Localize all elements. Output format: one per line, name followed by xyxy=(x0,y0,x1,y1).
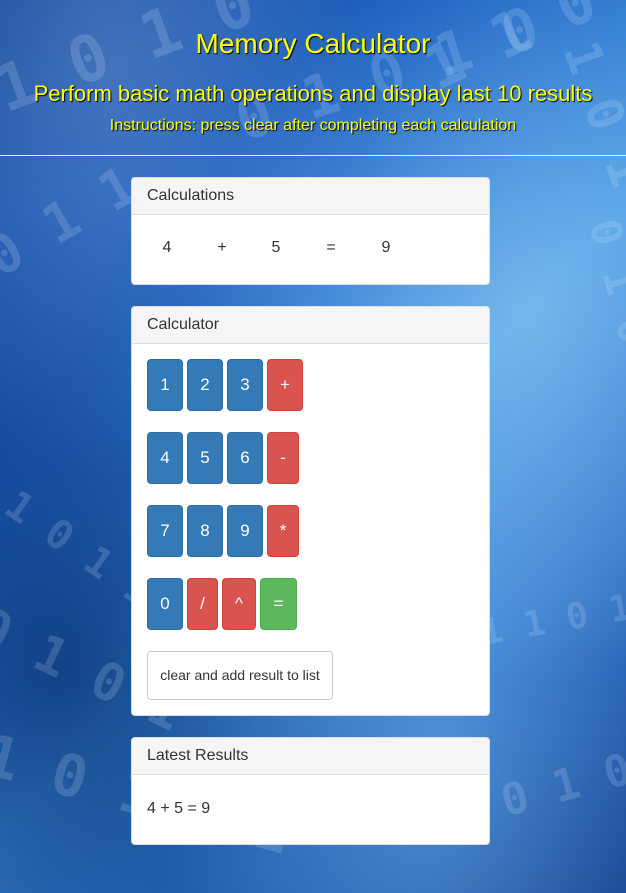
digit-2-button[interactable]: 2 xyxy=(187,359,223,411)
page-subtitle: Perform basic math operations and displa… xyxy=(33,81,593,106)
digit-1-button[interactable]: 1 xyxy=(147,359,183,411)
latest-results-panel: Latest Results xyxy=(131,737,490,845)
divide-button[interactable]: / xyxy=(187,578,218,630)
clear-and-add-button[interactable]: clear and add result to list xyxy=(147,651,333,700)
calculation-result: 9 xyxy=(381,239,391,256)
current-calculation: 4 + 5 = 9 xyxy=(131,239,490,261)
digit-0-button[interactable]: 0 xyxy=(147,578,183,630)
digit-7-button[interactable]: 7 xyxy=(147,505,183,557)
result-list-item: 4 + 5 = 9 xyxy=(147,800,211,817)
digit-5-button[interactable]: 5 xyxy=(187,432,223,484)
digit-6-button[interactable]: 6 xyxy=(227,432,263,484)
calculator-heading: Calculator xyxy=(132,307,489,344)
digit-3-button[interactable]: 3 xyxy=(227,359,263,411)
equals-sign: = xyxy=(326,239,336,256)
operand-2: 5 xyxy=(271,239,281,256)
digit-4-button[interactable]: 4 xyxy=(147,432,183,484)
header-divider xyxy=(0,155,626,156)
page-title: Memory Calculator xyxy=(195,28,431,59)
minus-button[interactable]: - xyxy=(267,432,299,484)
digit-9-button[interactable]: 9 xyxy=(227,505,263,557)
latest-results-heading: Latest Results xyxy=(132,738,489,775)
calculations-heading: Calculations xyxy=(132,178,489,215)
digit-8-button[interactable]: 8 xyxy=(187,505,223,557)
plus-button[interactable]: + xyxy=(267,359,303,411)
multiply-button[interactable]: * xyxy=(267,505,299,557)
calculations-panel: Calculations xyxy=(131,177,490,285)
operand-1: 4 xyxy=(162,239,172,256)
equals-button[interactable]: = xyxy=(260,578,297,630)
operator: + xyxy=(217,239,227,256)
instructions-text: Instructions: press clear after completi… xyxy=(109,117,517,134)
power-button[interactable]: ^ xyxy=(222,578,256,630)
